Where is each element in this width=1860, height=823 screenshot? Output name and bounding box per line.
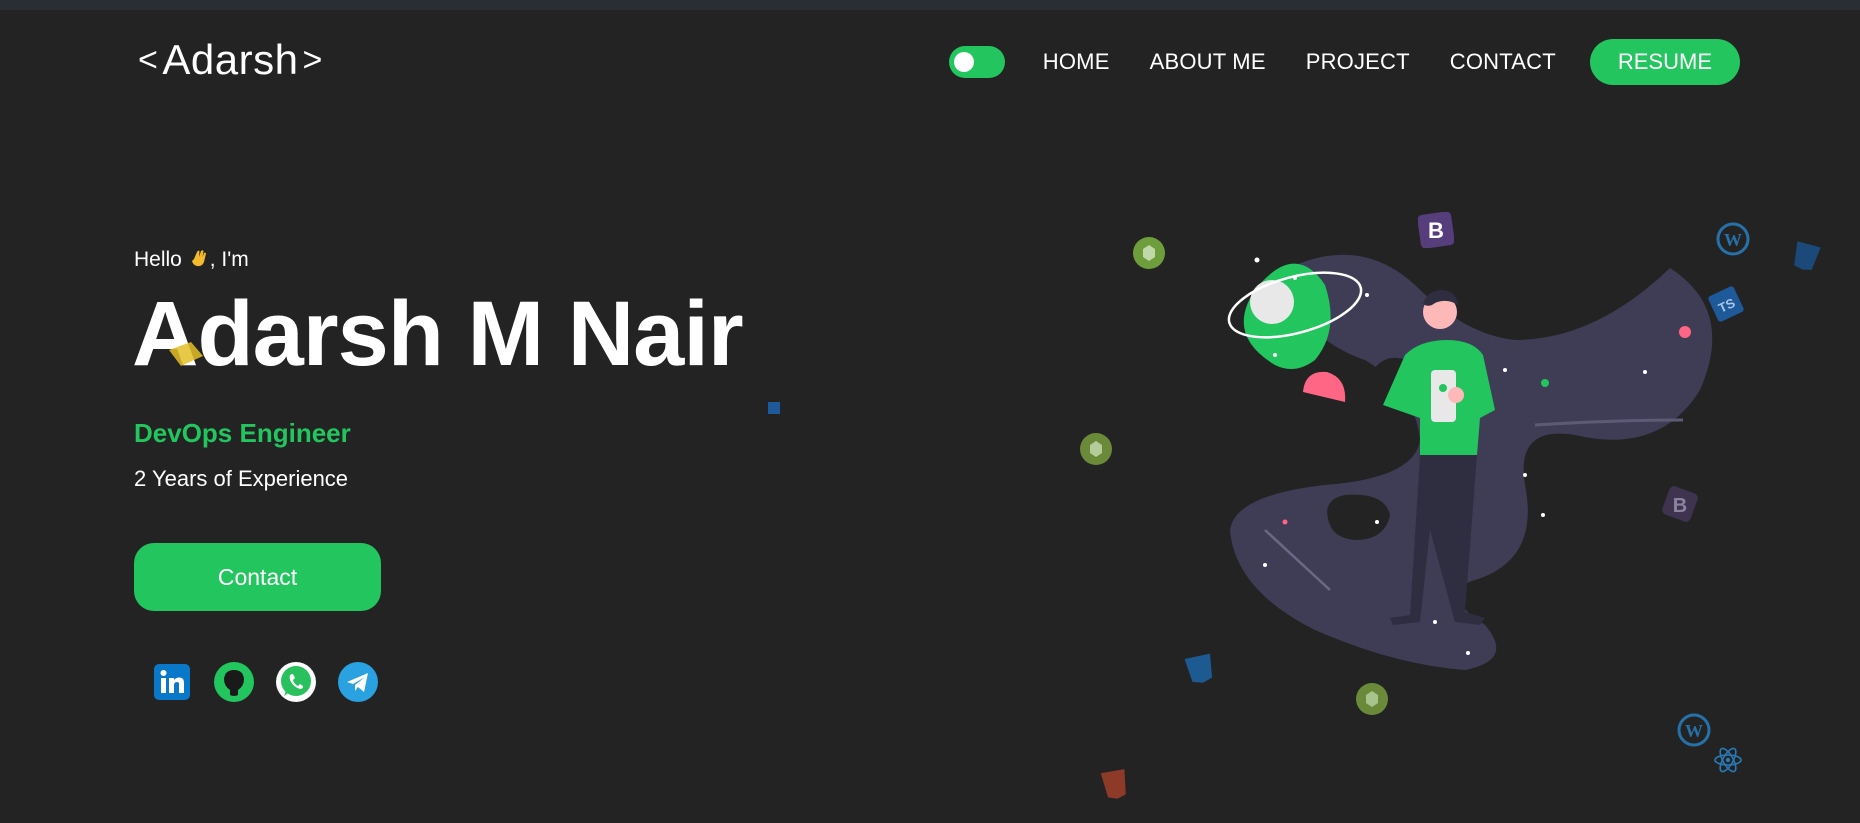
logo-close-bracket: > <box>302 40 323 79</box>
typescript-icon <box>768 402 780 414</box>
greeting: Hello , I'm <box>134 248 249 272</box>
nav-home-link[interactable]: HOME <box>1043 49 1110 75</box>
react-icon <box>1714 747 1742 773</box>
html5-icon <box>1100 769 1126 799</box>
hero-role: DevOps Engineer <box>134 418 351 448</box>
hero-experience: 2 Years of Experience <box>134 466 349 491</box>
css3-icon <box>1184 653 1213 683</box>
waving-hand-icon <box>191 250 206 267</box>
resume-button[interactable]: RESUME <box>1589 39 1740 85</box>
svg-text:W: W <box>1685 721 1703 741</box>
css3-icon <box>1794 241 1821 270</box>
node-icon <box>1356 683 1388 715</box>
telegram-icon <box>338 662 378 702</box>
github-icon <box>214 662 254 702</box>
nav-about-link[interactable]: ABOUT ME <box>1150 49 1266 75</box>
sass-icon <box>169 342 203 366</box>
github-link[interactable] <box>214 662 254 702</box>
contact-button[interactable]: Contact <box>134 543 381 611</box>
top-bar <box>0 0 1860 10</box>
node-icon <box>1080 433 1112 465</box>
nav-project-link[interactable]: PROJECT <box>1306 49 1410 75</box>
linkedin-link[interactable] <box>152 662 192 702</box>
astronaut-illustration <box>1227 254 1713 670</box>
telegram-link[interactable] <box>338 662 378 702</box>
main-navigation: HOME ABOUT ME PROJECT CONTACT RESUME <box>948 38 1740 86</box>
toggle-knob <box>953 52 974 72</box>
nav-contact-link[interactable]: CONTACT <box>1450 49 1556 75</box>
wordpress-icon: W <box>1677 713 1711 747</box>
node-icon <box>1133 237 1165 269</box>
greeting-im: , I'm <box>209 248 249 271</box>
whatsapp-icon <box>276 662 316 702</box>
logo-text: Adarsh <box>162 36 299 83</box>
logo-open-bracket: < <box>138 40 159 79</box>
social-links <box>152 662 378 702</box>
theme-toggle[interactable] <box>948 46 1005 78</box>
site-logo[interactable]: < Adarsh > <box>134 36 327 84</box>
hero-name: Adarsh M Nair <box>132 283 744 385</box>
linkedin-icon <box>154 664 190 700</box>
greeting-hello: Hello <box>134 248 182 271</box>
whatsapp-link[interactable] <box>276 662 316 702</box>
